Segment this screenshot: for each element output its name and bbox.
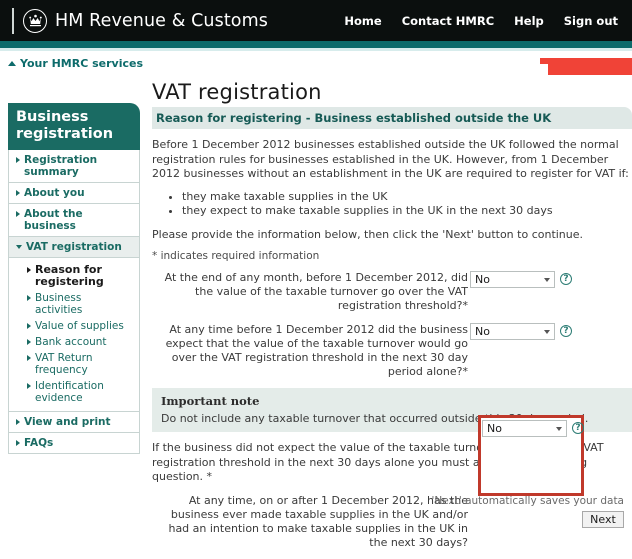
nav-sign-out[interactable]: Sign out [564, 14, 618, 28]
chevron-right-icon [27, 323, 31, 329]
list-item: they expect to make taxable supplies in … [182, 204, 632, 219]
sidebar-subitem-label: Business activities [35, 292, 131, 316]
breadcrumb-bar: Your HMRC services [0, 53, 632, 79]
sidebar-subitem-label: Bank account [35, 336, 107, 348]
chevron-right-icon [16, 440, 20, 446]
sidebar-subitem-vat-return-frequency[interactable]: VAT Return frequency [9, 350, 135, 378]
brand-logo: HM Revenue & Customs [12, 8, 268, 34]
sidebar-item-label: FAQs [24, 437, 53, 449]
teal-divider-light [0, 48, 632, 51]
nav-help[interactable]: Help [514, 14, 544, 28]
required-marker: * [463, 299, 469, 312]
sidebar-subitem-business-activities[interactable]: Business activities [9, 290, 135, 318]
sidebar-subitem-identification-evidence[interactable]: Identification evidence [9, 378, 135, 406]
site-header: HM Revenue & Customs Home Contact HMRC H… [0, 0, 632, 41]
question-2-label: At any time before 1 December 2012 did t… [152, 322, 470, 379]
chevron-right-icon [27, 295, 31, 301]
triangle-up-icon [8, 61, 16, 66]
breadcrumb-label: Your HMRC services [20, 57, 143, 70]
crown-circle-icon [23, 9, 47, 33]
sidebar-item-about-you[interactable]: About you [8, 183, 140, 204]
sidebar-subnav: Reason for registering Business activiti… [8, 258, 140, 412]
sidebar-subitem-label: Value of supplies [35, 320, 124, 332]
sidebar-item-registration-summary[interactable]: Registration summary [8, 150, 140, 183]
sidebar-subitem-label: Identification evidence [35, 380, 131, 404]
question-2-control: No ? [470, 322, 572, 340]
sidebar-subitem-label: VAT Return frequency [35, 352, 131, 376]
brand-title: HM Revenue & Customs [55, 11, 268, 31]
chevron-right-icon [16, 211, 20, 217]
question-row-1: At the end of any month, before 1 Decemb… [152, 270, 632, 313]
sidebar-item-view-and-print[interactable]: View and print [8, 412, 140, 433]
question-mark-icon[interactable]: ? [560, 325, 572, 337]
nav-contact-hmrc[interactable]: Contact HMRC [402, 14, 494, 28]
question-1-text: At the end of any month, before 1 Decemb… [165, 271, 468, 312]
required-info-note: * indicates required information [152, 250, 632, 262]
chevron-right-icon [16, 419, 20, 425]
sidebar-subitem-bank-account[interactable]: Bank account [9, 334, 135, 350]
sidebar-item-label: Registration summary [24, 154, 133, 178]
sidebar-item-vat-registration[interactable]: VAT registration [8, 237, 140, 258]
sidebar-subitem-label: Reason for registering [35, 264, 131, 288]
question-1-dropdown[interactable]: No [470, 271, 555, 288]
sidebar-item-label: VAT registration [26, 241, 122, 253]
chevron-right-icon [27, 267, 31, 273]
question-3-dropdown[interactable]: No [482, 420, 567, 437]
sidebar-title: Business registration [8, 103, 140, 150]
required-marker: * [207, 470, 213, 483]
question-2-dropdown[interactable]: No [470, 323, 555, 340]
dropdown-value: No [475, 325, 490, 338]
chevron-right-icon [27, 339, 31, 345]
red-accent-cutout [540, 64, 548, 75]
question-3-label: At any time, on or after 1 December 2012… [152, 493, 470, 550]
sidebar-item-label: About the business [24, 208, 133, 232]
nav-home[interactable]: Home [344, 14, 381, 28]
chevron-right-icon [27, 383, 31, 389]
question-2-text: At any time before 1 December 2012 did t… [166, 323, 468, 378]
question-3-control: No ? [482, 420, 584, 437]
page-title: VAT registration [152, 80, 632, 104]
question-row-2: At any time before 1 December 2012 did t… [152, 322, 632, 379]
intro-paragraph: Before 1 December 2012 businesses establ… [152, 138, 632, 182]
question-1-label: At the end of any month, before 1 Decemb… [152, 270, 470, 313]
requirements-list: they make taxable supplies in the UK the… [152, 190, 632, 219]
chevron-down-icon [16, 245, 22, 249]
sidebar-item-label: View and print [24, 416, 111, 428]
red-accent-bar [540, 58, 632, 75]
sidebar-navigation: Business registration Registration summa… [8, 103, 140, 454]
sidebar-item-label: About you [24, 187, 85, 199]
section-subtitle: Reason for registering - Business establ… [152, 107, 632, 129]
important-note-title: Important note [161, 394, 623, 408]
dropdown-value: No [487, 422, 502, 435]
brand-divider [12, 8, 14, 34]
instruction-text: Please provide the information below, th… [152, 228, 632, 243]
question-mark-icon[interactable]: ? [560, 273, 572, 285]
chevron-down-icon [556, 427, 562, 431]
list-item: they make taxable supplies in the UK [182, 190, 632, 205]
sidebar-item-faqs[interactable]: FAQs [8, 433, 140, 454]
next-button[interactable]: Next [582, 511, 624, 528]
chevron-down-icon [544, 330, 550, 334]
breadcrumb[interactable]: Your HMRC services [8, 57, 143, 70]
save-hint-text: 'Next' automatically saves your data [432, 495, 624, 507]
chevron-right-icon [16, 157, 20, 163]
chevron-right-icon [27, 355, 31, 361]
chevron-down-icon [544, 278, 550, 282]
sidebar-subitem-reason-for-registering[interactable]: Reason for registering [9, 262, 135, 290]
teal-divider [0, 41, 632, 48]
required-marker: * [463, 365, 469, 378]
sidebar-item-about-the-business[interactable]: About the business [8, 204, 140, 237]
dropdown-value: No [475, 273, 490, 286]
question-1-control: No ? [470, 270, 572, 288]
question-mark-icon[interactable]: ? [572, 422, 584, 434]
top-navigation: Home Contact HMRC Help Sign out [344, 0, 618, 41]
chevron-right-icon [16, 190, 20, 196]
sidebar-subitem-value-of-supplies[interactable]: Value of supplies [9, 318, 135, 334]
